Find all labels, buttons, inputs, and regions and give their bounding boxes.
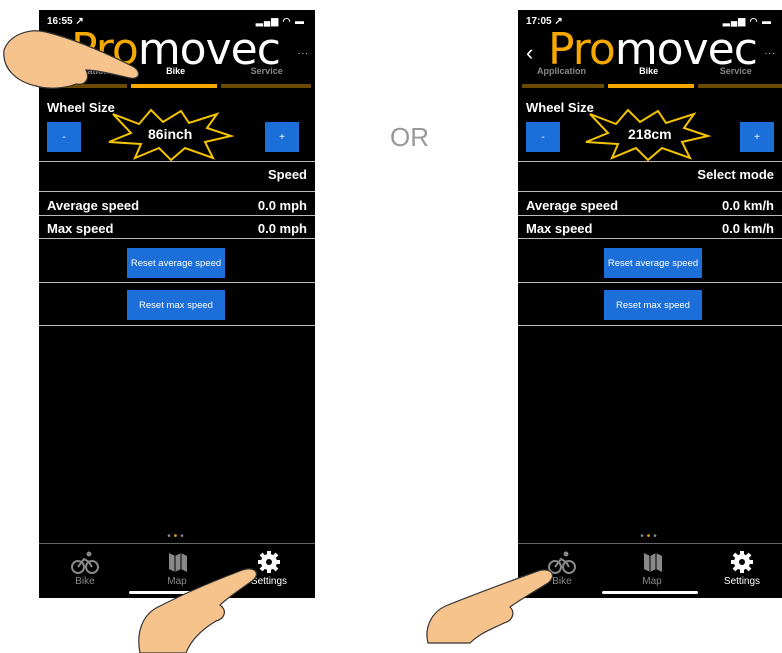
tab-bar-divider (518, 543, 782, 544)
bike-icon (71, 551, 99, 574)
nav-bike-label: Bike (75, 576, 95, 587)
gear-icon (258, 551, 280, 573)
phone-screen-inch: 16:55 ↗ ▂▄▆ ◠ ▬ Promovec ... Application… (39, 10, 315, 598)
tab-indicator-inactive (522, 84, 604, 88)
wheel-decrease-button[interactable]: - (526, 122, 560, 152)
nav-settings[interactable]: Settings (712, 550, 772, 587)
nav-settings-label: Settings (723, 576, 761, 587)
average-speed-value: 0.0 km/h (721, 198, 774, 213)
home-indicator (129, 591, 225, 594)
nav-bike-label: Bike (552, 576, 572, 587)
nav-map[interactable]: Map (622, 550, 682, 587)
speed-header: Speed (267, 167, 307, 182)
tab-strip: Application Bike Service (518, 66, 782, 80)
max-speed-label: Max speed (47, 221, 114, 236)
bike-icon (548, 551, 576, 574)
gear-icon (731, 551, 753, 573)
tab-application[interactable]: Application (39, 66, 130, 76)
menu-dots-icon[interactable]: ... (298, 46, 309, 57)
map-icon (169, 553, 187, 572)
reset-max-speed-button[interactable]: Reset max speed (127, 290, 225, 320)
divider (518, 238, 782, 239)
nav-map[interactable]: Map (147, 550, 207, 587)
wheel-increase-button[interactable]: + (740, 122, 774, 152)
reset-max-speed-button[interactable]: Reset max speed (604, 290, 702, 320)
tab-service[interactable]: Service (692, 66, 779, 76)
average-speed-value: 0.0 mph (257, 198, 307, 213)
divider (39, 161, 315, 162)
max-speed-label: Max speed (526, 221, 593, 236)
wheel-decrease-button[interactable]: - (47, 122, 81, 152)
max-speed-value: 0.0 km/h (721, 221, 774, 236)
tab-indicator-inactive (221, 84, 311, 88)
max-speed-row: Max speed 0.0 km/h (526, 221, 774, 236)
back-chevron-icon[interactable]: ‹ (526, 40, 533, 66)
average-speed-label: Average speed (526, 198, 619, 213)
home-indicator (602, 591, 698, 594)
phone-screen-cm: 17:05 ↗ ▂▄▆ ◠ ▬ ‹ Promovec ... Applicati… (518, 10, 782, 598)
tab-application[interactable]: Application (518, 66, 605, 76)
nav-bike[interactable]: Bike (532, 550, 592, 587)
tab-strip: Application Bike Service (39, 66, 315, 80)
tab-bike[interactable]: Bike (130, 66, 221, 76)
divider (39, 238, 315, 239)
reset-average-speed-button[interactable]: Reset average speed (604, 248, 702, 278)
average-speed-row: Average speed 0.0 km/h (526, 198, 774, 213)
divider (518, 282, 782, 283)
divider (518, 215, 782, 216)
divider (39, 325, 315, 326)
or-separator: OR (390, 122, 429, 152)
map-icon (644, 553, 662, 572)
nav-map-label: Map (642, 576, 662, 587)
tab-bar-divider (39, 543, 315, 544)
nav-settings-label: Settings (250, 576, 288, 587)
wheel-size-value: 86inch (148, 126, 193, 142)
divider (518, 325, 782, 326)
nav-map-label: Map (167, 576, 187, 587)
tab-indicator-active (131, 84, 217, 88)
page-dots-indicator: ••• (167, 531, 187, 542)
max-speed-row: Max speed 0.0 mph (47, 221, 307, 236)
divider (39, 282, 315, 283)
nav-bike[interactable]: Bike (55, 550, 115, 587)
average-speed-row: Average speed 0.0 mph (47, 198, 307, 213)
page-dots-indicator: ••• (640, 531, 660, 542)
tab-service[interactable]: Service (221, 66, 312, 76)
average-speed-label: Average speed (47, 198, 140, 213)
nav-settings[interactable]: Settings (239, 550, 299, 587)
divider (39, 191, 315, 192)
menu-dots-icon[interactable]: ... (765, 46, 776, 57)
select-mode-header[interactable]: Select mode (697, 167, 774, 182)
wheel-size-value: 218cm (628, 126, 672, 142)
tab-indicator-inactive (43, 84, 127, 88)
divider (518, 161, 782, 162)
max-speed-value: 0.0 mph (257, 221, 307, 236)
divider (39, 215, 315, 216)
divider (518, 191, 782, 192)
tab-indicator-inactive (698, 84, 782, 88)
reset-average-speed-button[interactable]: Reset average speed (127, 248, 225, 278)
tab-bike[interactable]: Bike (605, 66, 692, 76)
wheel-increase-button[interactable]: + (265, 122, 299, 152)
tab-indicator-active (608, 84, 694, 88)
